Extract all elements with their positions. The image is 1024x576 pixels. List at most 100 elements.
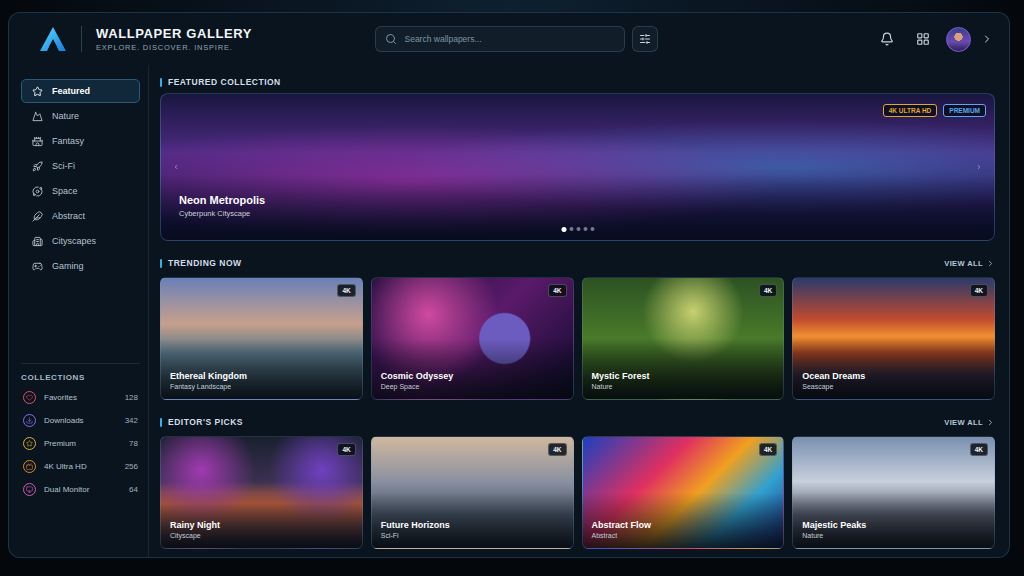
previous-button[interactable] [167,156,185,178]
collection-label: Downloads [44,416,117,425]
sidebar-item[interactable]: Cityscapes [21,229,140,253]
card-title: Majestic Peaks [802,520,984,530]
card-category: Abstract [592,532,774,539]
brand-divider [81,26,82,52]
filter-icon [639,33,651,45]
collection-icon [23,391,36,404]
sidebar-item[interactable]: Fantasy [21,129,140,153]
collection-icon [23,414,36,427]
collection-count: 64 [129,485,138,494]
collections-title: COLLECTIONS [21,373,140,386]
banner-subtitle: Cyberpunk Cityscape [179,209,974,218]
collection-icon [23,460,36,473]
wallpaper-card[interactable]: 4K Rainy Night Cityscape [160,436,363,549]
sidebar-item[interactable]: Space [21,179,140,203]
category-icon [32,161,43,172]
collection-count: 256 [125,462,138,471]
section-header: TRENDING NOW VIEW ALL [160,256,995,270]
app-tagline: EXPLORE. DISCOVER. INSPIRE. [96,43,252,52]
collection-item[interactable]: Premium 78 [21,432,140,455]
resolution-badge: 4K [548,284,566,297]
grid-icon [916,32,930,46]
resolution-badge: 4K [337,443,355,456]
collection-item[interactable]: Favorites128 [21,386,140,409]
notifications-button[interactable] [874,26,900,52]
collection-label: Premium [44,439,121,448]
slide-dot[interactable] [569,227,573,231]
card-title: Rainy Night [170,520,352,530]
wallpaper-card[interactable]: 4KMajestic PeaksNature [792,436,995,549]
resolution-badge: 4K [970,443,988,456]
chevron-right-icon [986,259,995,268]
collection-item[interactable]: Dual Monitor 64 [21,478,140,501]
brand-text: WALLPAPER GALLERYEXPLORE. DISCOVER. INSP… [96,26,252,52]
next-button[interactable] [970,156,988,178]
category-icon [32,211,43,222]
wallpaper-card[interactable]: 4K Cosmic Odyssey Deep Space [371,277,574,400]
slide-dot[interactable] [561,227,566,232]
search-row [375,26,658,52]
filter-button[interactable] [632,26,658,52]
category-icon [32,86,43,97]
sidebar-item[interactable]: Nature [21,104,140,128]
banner-badge: PREMIUM [943,104,986,117]
view-all-button[interactable]: VIEW ALL [944,418,995,427]
slide-dot[interactable] [576,227,580,231]
card-category: Nature [592,383,774,390]
wallpaper-card[interactable]: 4K Mystic Forest Nature [582,277,785,400]
chevron-right-icon[interactable] [981,33,993,45]
sidebar-item[interactable]: Featured [21,79,140,103]
sidebar-item[interactable]: Abstract [21,204,140,228]
section-title: FEATURED COLLECTION [160,77,281,87]
card-title: Ethereal Kingdom [170,371,352,381]
brand: WALLPAPER GALLERYEXPLORE. DISCOVER. INSP… [39,26,375,52]
search-input[interactable] [403,33,615,45]
collection-count: 78 [129,439,138,448]
section-header: EDITOR'S PICKSVIEW ALL [160,415,995,429]
user-avatar[interactable] [946,27,971,52]
search-field[interactable] [375,26,625,52]
header-actions [658,26,994,52]
apps-button[interactable] [910,26,936,52]
wallpaper-card[interactable]: 4KOcean DreamsSeascape [792,277,995,400]
collection-item[interactable]: 4K Ultra HD 256 [21,455,140,478]
card-title: Ocean Dreams [802,371,984,381]
view-all-button[interactable]: VIEW ALL [944,259,995,268]
app-window: WALLPAPER GALLERYEXPLORE. DISCOVER. INSP… [8,12,1010,558]
card-category: Deep Space [381,383,563,390]
slide-dot[interactable] [590,227,594,231]
category-icon [32,261,43,272]
sidebar-divider [21,363,140,364]
slide-dot[interactable] [583,227,587,231]
category-icon [32,136,43,147]
section-title: TRENDING NOW [160,258,242,268]
wallpaper-card[interactable]: 4K Ethereal Kingdom Fantasy Landscape [160,277,363,400]
collection-label: 4K Ultra HD [44,462,117,471]
wallpaper-card[interactable]: 4KAbstract FlowAbstract [582,436,785,549]
category-list: FeaturedNatureFantasySci-FiSpaceAbstract… [21,79,140,278]
sidebar-item[interactable]: Sci-Fi [21,154,140,178]
card-title: Mystic Forest [592,371,774,381]
slide-dots [561,227,594,232]
collection-label: Dual Monitor [44,485,121,494]
card-category: Cityscape [170,532,352,539]
featured-banner[interactable]: 4K ULTRA HDPREMIUMNeon MetropolisCyberpu… [160,93,995,241]
header: WALLPAPER GALLERYEXPLORE. DISCOVER. INSP… [9,13,1009,65]
card-category: Seascape [802,383,984,390]
resolution-badge: 4K [759,284,777,297]
body: FeaturedNatureFantasySci-FiSpaceAbstract… [9,65,1009,557]
wallpaper-card[interactable]: 4KFuture HorizonsSci-Fi [371,436,574,549]
chevron-right-icon [986,418,995,427]
resolution-badge: 4K [337,284,355,297]
card-category: Sci-Fi [381,532,563,539]
banner-badge: 4K ULTRA HD [883,104,938,117]
card-category: Fantasy Landscape [170,383,352,390]
collection-icon [23,483,36,496]
bell-icon [880,32,894,46]
card-title: Cosmic Odyssey [381,371,563,381]
collection-item[interactable]: Downloads342 [21,409,140,432]
sidebar-item[interactable]: Gaming [21,254,140,278]
logo-icon [39,26,67,52]
category-icon [32,236,43,247]
search-icon [385,33,397,45]
